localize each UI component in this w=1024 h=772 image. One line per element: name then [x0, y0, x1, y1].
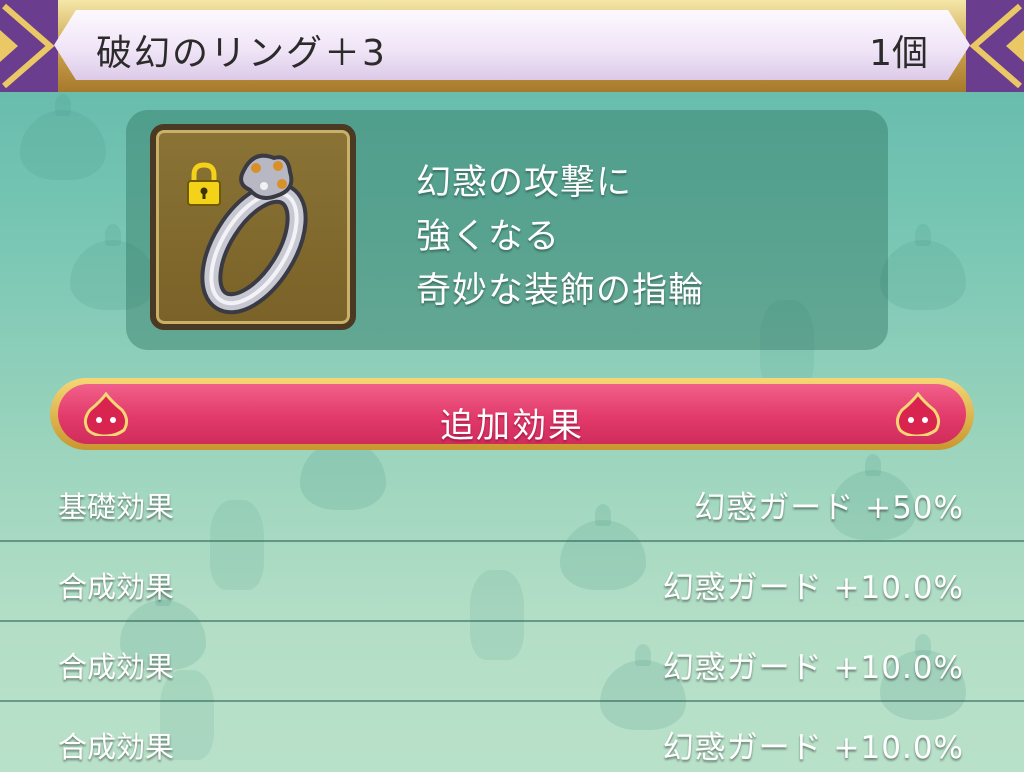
effect-label: 基礎効果 — [58, 490, 175, 524]
effect-value: 幻惑ガード +10.0% — [662, 650, 964, 686]
effect-label: 合成効果 — [58, 650, 175, 684]
slime-face-icon — [895, 392, 941, 436]
effect-value: 幻惑ガード +10.0% — [662, 730, 964, 766]
title-ornament-left — [0, 0, 58, 92]
item-count: 1個 — [869, 33, 928, 74]
effect-value: 幻惑ガード +50% — [694, 490, 964, 526]
header-banner: 追加効果 — [58, 384, 966, 446]
ring-icon — [200, 153, 308, 315]
effect-row: 合成効果 幻惑ガード +10.0% — [0, 542, 1024, 622]
item-name: 破幻のリング＋3 — [96, 33, 387, 74]
effect-row: 合成効果 幻惑ガード +10.0% — [0, 702, 1024, 772]
effect-label: 合成効果 — [58, 730, 175, 764]
lock-icon — [187, 162, 221, 206]
item-description-line: 奇妙な装飾の指輪 — [416, 271, 705, 311]
effect-row: 合成効果 幻惑ガード +10.0% — [0, 622, 1024, 702]
section-title: 追加効果 — [440, 406, 584, 446]
item-description-line: 強くなる — [416, 217, 561, 257]
additional-effects-header: 追加効果 — [50, 378, 974, 450]
item-icon-frame[interactable] — [150, 124, 356, 330]
title-bar: 破幻のリング＋3 1個 — [0, 0, 1024, 92]
item-description-line: 幻惑の攻撃に — [416, 163, 633, 203]
title-ornament-right — [966, 0, 1024, 92]
item-detail-screen: 破幻のリング＋3 1個 幻惑の攻撃に 強くなる 奇妙な装飾の指輪 追加効果 基礎… — [0, 0, 1024, 772]
effect-label: 合成効果 — [58, 570, 175, 604]
effect-row: 基礎効果 幻惑ガード +50% — [0, 462, 1024, 542]
effect-value: 幻惑ガード +10.0% — [662, 570, 964, 606]
